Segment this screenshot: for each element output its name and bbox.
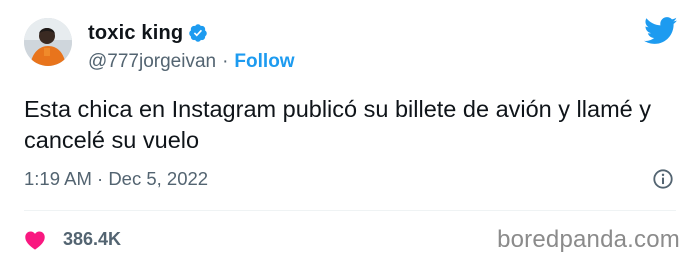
- author-name-row: toxic king: [88, 21, 208, 45]
- tweet-timestamp[interactable]: 1:19 AM · Dec 5, 2022: [24, 167, 208, 191]
- twitter-bird-icon[interactable]: [644, 17, 678, 45]
- verified-badge-icon: [189, 24, 208, 42]
- likes-count: 386.4K: [63, 229, 122, 249]
- heart-icon[interactable]: [24, 230, 46, 250]
- author-handle-row: @777jorgeivan · Follow: [88, 50, 295, 74]
- author-display-name[interactable]: toxic king: [88, 21, 183, 45]
- handle-separator: ·: [222, 51, 229, 72]
- follow-button[interactable]: Follow: [234, 50, 294, 74]
- likes-row[interactable]: 386.4K: [24, 229, 121, 250]
- tweet-text: Esta chica en Instagram publicó su bille…: [24, 96, 651, 153]
- author-handle[interactable]: @777jorgeivan: [88, 50, 216, 74]
- watermark: boredpanda.com: [497, 226, 680, 253]
- info-icon[interactable]: [652, 168, 674, 190]
- avatar[interactable]: [24, 18, 72, 66]
- avatar-image: [24, 18, 72, 66]
- divider: [24, 210, 676, 211]
